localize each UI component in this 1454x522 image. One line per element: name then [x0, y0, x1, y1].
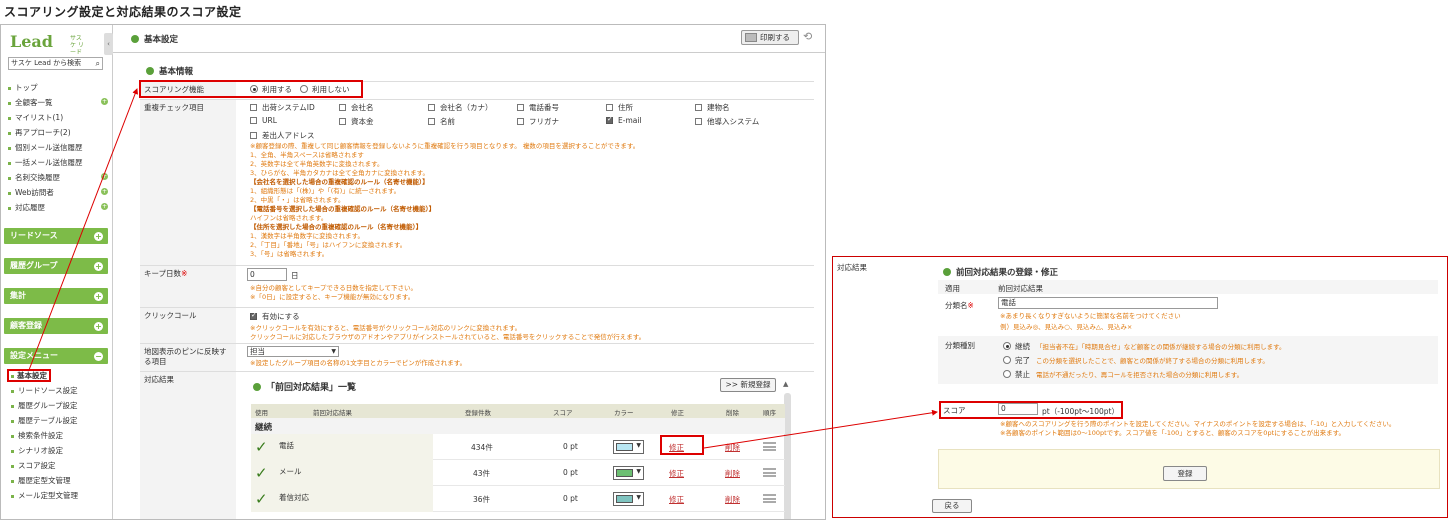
arrow-line: [703, 409, 938, 449]
annotation-arrows: [28, 88, 938, 449]
arrow-line: [28, 88, 139, 371]
